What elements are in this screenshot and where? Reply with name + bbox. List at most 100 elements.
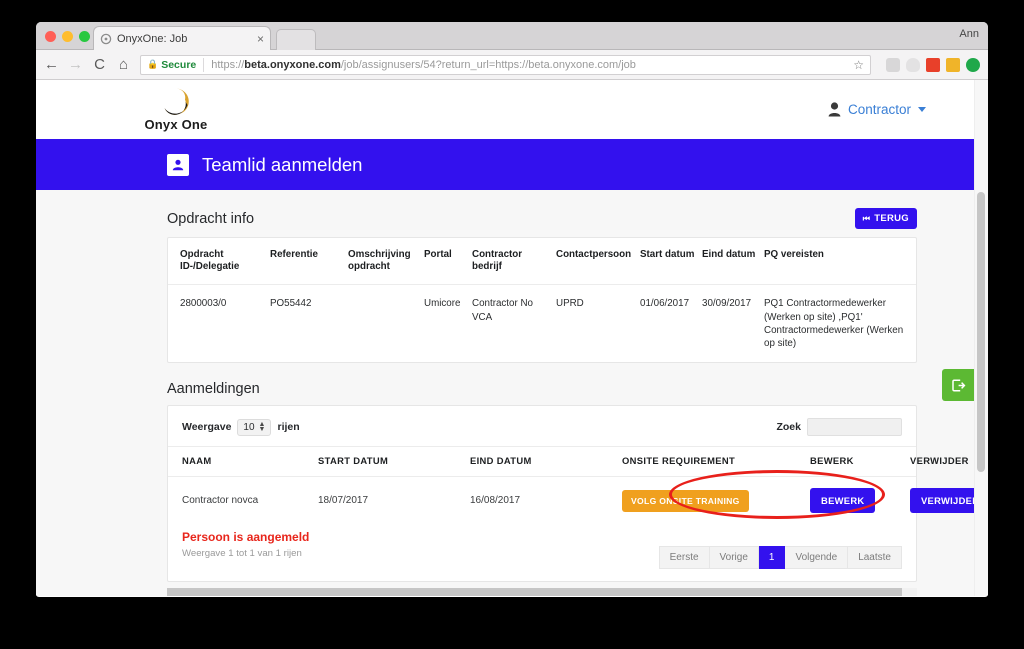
col-start-datum[interactable]: START DATUM: [318, 446, 470, 478]
pagination-last[interactable]: Laatste: [848, 546, 902, 570]
cell-eind-datum: 30/09/2017: [702, 298, 752, 310]
maximize-window-button[interactable]: [79, 31, 90, 42]
registrations-horizontal-scrollbar[interactable]: [167, 588, 917, 596]
url-scheme: https://: [211, 58, 245, 71]
address-bar[interactable]: 🔒 Secure https://beta.onyxone.com/job/as…: [140, 54, 871, 75]
step-backward-icon: ⏮: [862, 213, 871, 223]
registrations-table: NAAM START DATUM EIND DATUM ONSITE REQUI…: [168, 446, 974, 525]
page-viewport: Onyx One Contractor Teamlid aanmelden Op…: [36, 80, 988, 596]
user-menu[interactable]: Contractor: [828, 102, 956, 117]
site-header: Onyx One Contractor: [36, 80, 974, 139]
logout-icon: [951, 378, 965, 392]
chrome-profile-name[interactable]: Ann: [959, 28, 979, 40]
registrations-pagination: Eerste Vorige 1 Volgende Laatste: [658, 546, 916, 570]
browser-toolbar: ← → C ⌂ 🔒 Secure https://beta.onyxone.co…: [36, 50, 988, 80]
reload-button[interactable]: C: [92, 57, 107, 72]
page-vertical-scrollbar[interactable]: [974, 80, 988, 596]
cell-eind-datum: 16/08/2017: [470, 495, 521, 507]
page-scrollbar-thumb[interactable]: [977, 192, 985, 472]
window-traffic-lights: [45, 31, 90, 42]
job-info-card: Opdracht ID-/Delegatie Referentie Omschr…: [167, 237, 917, 364]
registrations-info: Weergave 1 tot 1 van 1 rijen: [182, 548, 302, 560]
cell-start-datum: 18/07/2017: [318, 495, 369, 507]
browser-tab-active[interactable]: OnyxOne: Job ×: [93, 26, 271, 50]
onsite-training-button[interactable]: VOLG ONSITE TRAINING: [622, 489, 749, 512]
bookmark-star-icon[interactable]: ☆: [847, 58, 864, 72]
cell-omschrijving: [348, 285, 424, 362]
length-label-prefix: Weergave: [182, 421, 232, 434]
adobe-extension-icon[interactable]: [926, 57, 940, 72]
edit-button[interactable]: BEWERK: [810, 488, 876, 514]
add-user-icon: [167, 153, 189, 176]
job-info-header-row: Opdracht ID-/Delegatie Referentie Omschr…: [168, 238, 916, 286]
job-info-header-row: Opdracht info ⏮ TERUG: [167, 190, 917, 237]
cell-contractor-bedrijf: Contractor No VCA: [472, 298, 533, 323]
new-tab-placeholder[interactable]: [276, 29, 316, 50]
lock-icon: 🔒: [147, 59, 159, 69]
col-opdracht-id: Opdracht ID-/Delegatie: [168, 238, 270, 286]
site-logo-text: Onyx One: [144, 117, 208, 132]
pagination-next[interactable]: Volgende: [785, 546, 849, 570]
registrations-page-length: Weergave 10 ▲ ▼ rijen: [182, 418, 300, 436]
pocket-extension-icon[interactable]: [886, 57, 900, 72]
job-info-title: Opdracht info: [167, 210, 255, 227]
col-bewerk[interactable]: BEWERK: [810, 446, 910, 478]
back-to-list-label: TERUG: [874, 213, 909, 224]
logout-button[interactable]: [942, 369, 974, 401]
cell-onsite-requirement: VOLG ONSITE TRAINING: [622, 477, 810, 525]
url-domain: beta.onyxone.com: [244, 58, 341, 71]
forward-button[interactable]: →: [68, 57, 83, 72]
home-button[interactable]: ⌂: [116, 57, 131, 72]
registrations-search: Zoek: [776, 418, 902, 437]
table-row: Contractor novca 18/07/2017 16/08/2017 V…: [168, 477, 974, 525]
user-menu-label: Contractor: [847, 102, 911, 117]
url-divider: [203, 57, 205, 72]
pagination-first[interactable]: Eerste: [658, 546, 710, 570]
registrations-search-input[interactable]: [807, 418, 902, 437]
cell-start-datum: 01/06/2017: [640, 298, 690, 310]
back-to-list-button[interactable]: ⏮ TERUG: [854, 208, 917, 229]
url-text: https://beta.onyxone.com/job/assignusers…: [211, 59, 636, 71]
delete-button[interactable]: VERWIJDER: [910, 488, 974, 514]
page-body: Onyx One Contractor Teamlid aanmelden Op…: [36, 80, 974, 596]
cell-verwijder: VERWIJDER: [910, 477, 974, 525]
col-eind-datum[interactable]: EIND DATUM: [470, 446, 622, 478]
cell-naam: Contractor novca: [182, 495, 259, 507]
col-onsite-requirement[interactable]: ONSITE REQUIREMENT: [622, 446, 810, 478]
col-eind-datum: Eind datum: [702, 238, 764, 286]
col-naam[interactable]: NAAM: [168, 446, 318, 478]
cell-portal: Umicore: [424, 298, 461, 310]
onyx-one-logo-icon: [160, 87, 192, 116]
registrations-length-select[interactable]: 10 ▲ ▼: [237, 418, 272, 436]
download-extension-icon[interactable]: [966, 57, 980, 72]
length-value: 10: [243, 421, 255, 433]
cell-bewerk: BEWERK: [810, 477, 910, 525]
registrations-section: Aanmeldingen Weergave 10 ▲ ▼ rijen Zoek …: [167, 363, 974, 596]
cloud-extension-icon[interactable]: [906, 57, 920, 72]
registrations-toolbar: Weergave 10 ▲ ▼ rijen Zoek: [168, 406, 916, 446]
length-label-suffix: rijen: [277, 421, 300, 434]
url-path: /job/assignusers/54?return_url=https://b…: [340, 58, 636, 71]
page-title: Teamlid aanmelden: [202, 153, 363, 175]
pagination-previous[interactable]: Vorige: [709, 546, 759, 570]
minimize-window-button[interactable]: [62, 31, 73, 42]
registrations-header-row: Aanmeldingen: [167, 363, 917, 405]
back-button[interactable]: ←: [44, 57, 59, 72]
page-banner: Teamlid aanmelden: [36, 139, 974, 190]
col-referentie: Referentie: [270, 238, 348, 286]
close-tab-icon[interactable]: ×: [257, 33, 264, 45]
col-pq-vereisten: PQ vereisten: [764, 238, 916, 286]
col-start-datum: Start datum: [640, 238, 702, 286]
browser-window: OnyxOne: Job × Ann ← → C ⌂ 🔒 Secure http…: [36, 22, 988, 597]
registrations-card: Weergave 10 ▲ ▼ rijen Zoek NAAM START DA…: [167, 405, 974, 583]
registrations-scrollbar-thumb[interactable]: [167, 588, 902, 596]
col-verwijder[interactable]: VERWIJDER: [910, 446, 968, 478]
close-window-button[interactable]: [45, 31, 56, 42]
browser-extensions: [880, 57, 980, 72]
job-info-section: Opdracht info ⏮ TERUG Opdracht ID-/Deleg…: [167, 190, 917, 364]
grid-extension-icon[interactable]: [946, 57, 960, 72]
pagination-page-1[interactable]: 1: [758, 546, 786, 570]
cell-opdracht-id: 2800003/0: [180, 298, 227, 310]
col-omschrijving: Omschrijving opdracht: [348, 238, 424, 286]
site-logo[interactable]: Onyx One: [128, 87, 224, 132]
